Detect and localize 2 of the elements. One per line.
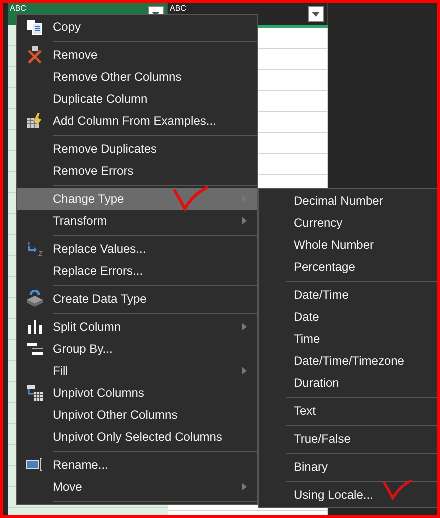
type-label: ABC bbox=[10, 5, 28, 13]
type-label: ABC bbox=[170, 5, 188, 13]
